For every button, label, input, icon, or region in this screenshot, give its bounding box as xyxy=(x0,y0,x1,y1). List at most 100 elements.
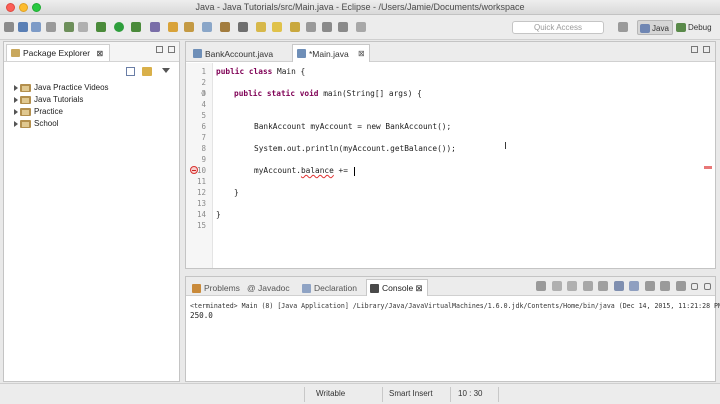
tree-item-practice[interactable]: Practice xyxy=(4,106,179,118)
tree-item-label: Java Practice Videos xyxy=(34,83,109,92)
new-icon[interactable] xyxy=(4,22,14,32)
collapse-all-icon[interactable] xyxy=(126,67,135,76)
maximize-view-icon[interactable] xyxy=(704,283,711,290)
external-tools-icon[interactable] xyxy=(150,22,160,32)
title-bar: Java - Java Tutorials/src/Main.java - Ec… xyxy=(0,0,720,15)
tab-main-java[interactable]: *Main.java ⊠ xyxy=(292,44,370,62)
new-package-icon[interactable] xyxy=(184,22,194,32)
line-number: 11 xyxy=(196,177,206,186)
tab-declaration[interactable]: Declaration xyxy=(298,279,362,296)
console-icon xyxy=(370,284,379,293)
tab-bankaccount-java[interactable]: BankAccount.java xyxy=(188,44,290,62)
run-icon[interactable] xyxy=(114,22,124,32)
close-tab-icon[interactable]: ⊠ xyxy=(358,49,365,58)
tree-item-school[interactable]: School xyxy=(4,118,179,130)
last-edit-icon[interactable] xyxy=(306,22,316,32)
line-number: 1 xyxy=(201,67,206,76)
expand-arrow-icon[interactable] xyxy=(14,85,18,91)
open-console-icon[interactable] xyxy=(675,281,686,291)
tab-problems[interactable]: Problems xyxy=(188,279,245,296)
prev-annotation-icon[interactable] xyxy=(290,22,300,32)
pin-icon[interactable] xyxy=(356,22,366,32)
code-line-1: public class Main { xyxy=(216,67,305,76)
project-folder-icon xyxy=(20,96,31,104)
code-text: main(String[] args) { xyxy=(318,89,422,98)
terminate-icon[interactable] xyxy=(536,281,547,291)
save-all-icon[interactable] xyxy=(31,22,41,32)
fold-toggle-icon[interactable]: ⊖ xyxy=(201,90,206,97)
line-number: 6 xyxy=(201,122,206,131)
open-type-icon[interactable] xyxy=(220,22,230,32)
project-tree: Java Practice Videos Java Tutorials Prac… xyxy=(4,82,179,130)
console-tabbar: Problems @ Javadoc Declaration Console ⊠ xyxy=(186,277,715,296)
pin-console-icon[interactable] xyxy=(644,281,655,291)
tab-javadoc[interactable]: @ Javadoc xyxy=(242,279,295,296)
overview-ruler-error-mark[interactable] xyxy=(704,166,712,169)
expand-arrow-icon[interactable] xyxy=(14,121,18,127)
java-perspective-button[interactable]: Java xyxy=(637,20,673,35)
package-explorer-tab[interactable]: Package Explorer ⊠ xyxy=(6,44,111,61)
terminated-status-line: <terminated> Main (8) [Java Application]… xyxy=(190,302,720,310)
annotation-icon[interactable] xyxy=(256,22,266,32)
view-menu-icon[interactable] xyxy=(162,68,170,73)
close-icon[interactable]: ⊠ xyxy=(96,49,103,58)
word-wrap-icon[interactable] xyxy=(613,281,624,291)
project-folder-icon xyxy=(20,120,31,128)
tree-item-java-practice-videos[interactable]: Java Practice Videos xyxy=(4,82,179,94)
debug-icon[interactable] xyxy=(96,22,106,32)
minimize-view-icon[interactable] xyxy=(691,283,699,290)
tree-item-java-tutorials[interactable]: Java Tutorials xyxy=(4,94,179,106)
next-annotation-icon[interactable] xyxy=(272,22,282,32)
code-line-10: myAccount.balance += xyxy=(254,166,355,176)
search-icon[interactable] xyxy=(238,22,248,32)
open-perspective-icon[interactable] xyxy=(618,22,628,32)
minimize-view-icon[interactable] xyxy=(156,46,163,53)
save-icon[interactable] xyxy=(18,22,28,32)
scroll-lock-icon[interactable] xyxy=(598,281,609,291)
code-line-14: } xyxy=(216,210,221,219)
minimize-editor-icon[interactable] xyxy=(691,46,698,53)
print-icon[interactable] xyxy=(46,22,56,32)
coverage-icon[interactable] xyxy=(131,22,141,32)
remove-all-icon[interactable] xyxy=(567,281,578,291)
expand-arrow-icon[interactable] xyxy=(14,109,18,115)
line-number: 14 xyxy=(196,210,206,219)
quick-access-input[interactable]: Quick Access xyxy=(512,21,604,34)
window-title: Java - Java Tutorials/src/Main.java - Ec… xyxy=(195,2,525,12)
toggle-icon[interactable] xyxy=(64,22,74,32)
editor-panel: BankAccount.java *Main.java ⊠ 1 2 3 ⊖ 4 … xyxy=(185,41,716,269)
tab-console[interactable]: Console ⊠ xyxy=(366,279,428,296)
line-number: 15 xyxy=(196,221,206,230)
maximize-view-icon[interactable] xyxy=(168,46,175,53)
insert-mode-status[interactable]: Smart Insert xyxy=(389,389,433,398)
main-toolbar: Quick Access Java Debug xyxy=(0,15,720,40)
display-console-icon[interactable] xyxy=(660,281,671,291)
package-explorer-tab-label: Package Explorer xyxy=(23,48,91,58)
show-on-output-icon[interactable] xyxy=(629,281,640,291)
new-java-project-icon[interactable] xyxy=(168,22,178,32)
code-editor[interactable]: public class Main { public static void m… xyxy=(214,63,715,268)
console-output[interactable]: <terminated> Main (8) [Java Application]… xyxy=(186,297,720,381)
tree-item-label: Java Tutorials xyxy=(34,95,84,104)
remove-launch-icon[interactable] xyxy=(551,281,562,291)
line-number: 9 xyxy=(201,155,206,164)
console-output-text: 250.0 xyxy=(190,311,213,320)
maximize-editor-icon[interactable] xyxy=(703,46,710,53)
debug-perspective-button[interactable]: Debug xyxy=(674,20,715,35)
tab-label: Console ⊠ xyxy=(382,283,423,293)
tree-item-label: School xyxy=(34,119,59,128)
link-with-editor-icon[interactable] xyxy=(142,67,152,76)
new-class-icon[interactable] xyxy=(202,22,212,32)
tab-label: @ Javadoc xyxy=(247,283,290,293)
line-number: 5 xyxy=(201,111,206,120)
editor-tabbar: BankAccount.java *Main.java ⊠ xyxy=(186,42,715,62)
expand-arrow-icon[interactable] xyxy=(14,97,18,103)
clear-console-icon[interactable] xyxy=(582,281,593,291)
forward-icon[interactable] xyxy=(338,22,348,32)
status-separator xyxy=(304,387,305,402)
back-icon[interactable] xyxy=(322,22,332,32)
package-explorer-tabbar: Package Explorer ⊠ xyxy=(4,42,179,62)
problems-icon xyxy=(192,284,201,293)
code-line-6: BankAccount myAccount = new BankAccount(… xyxy=(254,122,452,131)
console-icon[interactable] xyxy=(78,22,88,32)
